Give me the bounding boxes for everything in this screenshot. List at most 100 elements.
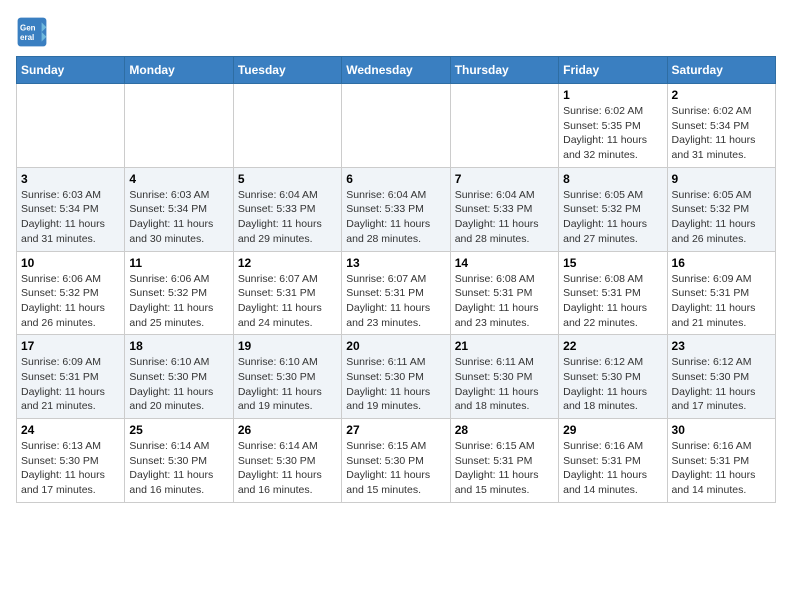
calendar-cell: 18 Sunrise: 6:10 AM Sunset: 5:30 PM Dayli… (125, 335, 233, 419)
calendar-cell: 22 Sunrise: 6:12 AM Sunset: 5:30 PM Dayli… (559, 335, 667, 419)
day-number: 26 (238, 423, 337, 437)
calendar-cell: 10 Sunrise: 6:06 AM Sunset: 5:32 PM Dayli… (17, 251, 125, 335)
calendar-cell (233, 84, 341, 168)
calendar-cell (125, 84, 233, 168)
day-info: Sunrise: 6:13 AM Sunset: 5:30 PM Dayligh… (21, 439, 120, 498)
day-info: Sunrise: 6:15 AM Sunset: 5:30 PM Dayligh… (346, 439, 445, 498)
calendar-cell: 19 Sunrise: 6:10 AM Sunset: 5:30 PM Dayli… (233, 335, 341, 419)
day-info: Sunrise: 6:08 AM Sunset: 5:31 PM Dayligh… (455, 272, 554, 331)
calendar-cell: 15Sunrise: 6:08 AM Sunset: 5:31 PM Dayli… (559, 251, 667, 335)
calendar-cell: 17Sunrise: 6:09 AM Sunset: 5:31 PM Dayli… (17, 335, 125, 419)
calendar-cell: 5Sunrise: 6:04 AM Sunset: 5:33 PM Daylig… (233, 167, 341, 251)
day-info: Sunrise: 6:05 AM Sunset: 5:32 PM Dayligh… (563, 188, 662, 247)
week-row-4: 24 Sunrise: 6:13 AM Sunset: 5:30 PM Dayli… (17, 419, 776, 503)
day-number: 10 (21, 256, 120, 270)
weekday-header-thursday: Thursday (450, 57, 558, 84)
calendar-cell: 21 Sunrise: 6:11 AM Sunset: 5:30 PM Dayli… (450, 335, 558, 419)
svg-text:Gen: Gen (20, 23, 36, 32)
day-info: Sunrise: 6:09 AM Sunset: 5:31 PM Dayligh… (672, 272, 771, 331)
day-number: 20 (346, 339, 445, 353)
weekday-header-saturday: Saturday (667, 57, 775, 84)
day-number: 19 (238, 339, 337, 353)
calendar-cell: 4 Sunrise: 6:03 AM Sunset: 5:34 PM Daylig… (125, 167, 233, 251)
calendar-cell: 12 Sunrise: 6:07 AM Sunset: 5:31 PM Dayli… (233, 251, 341, 335)
day-number: 16 (672, 256, 771, 270)
day-number: 2 (672, 88, 771, 102)
calendar-cell: 1 Sunrise: 6:02 AM Sunset: 5:35 PM Daylig… (559, 84, 667, 168)
day-number: 21 (455, 339, 554, 353)
calendar-cell (450, 84, 558, 168)
weekday-header-sunday: Sunday (17, 57, 125, 84)
calendar-cell: 6 Sunrise: 6:04 AM Sunset: 5:33 PM Daylig… (342, 167, 450, 251)
calendar-cell: 25Sunrise: 6:14 AM Sunset: 5:30 PM Dayli… (125, 419, 233, 503)
calendar-cell: 20 Sunrise: 6:11 AM Sunset: 5:30 PM Dayli… (342, 335, 450, 419)
calendar-cell: 11Sunrise: 6:06 AM Sunset: 5:32 PM Dayli… (125, 251, 233, 335)
day-number: 15 (563, 256, 662, 270)
calendar-cell: 9 Sunrise: 6:05 AM Sunset: 5:32 PM Daylig… (667, 167, 775, 251)
day-number: 12 (238, 256, 337, 270)
day-number: 8 (563, 172, 662, 186)
week-row-1: 3Sunrise: 6:03 AM Sunset: 5:34 PM Daylig… (17, 167, 776, 251)
day-info: Sunrise: 6:10 AM Sunset: 5:30 PM Dayligh… (129, 355, 228, 414)
weekday-header-friday: Friday (559, 57, 667, 84)
day-info: Sunrise: 6:10 AM Sunset: 5:30 PM Dayligh… (238, 355, 337, 414)
calendar-cell: 13 Sunrise: 6:07 AM Sunset: 5:31 PM Dayli… (342, 251, 450, 335)
day-info: Sunrise: 6:04 AM Sunset: 5:33 PM Dayligh… (346, 188, 445, 247)
day-number: 23 (672, 339, 771, 353)
day-info: Sunrise: 6:14 AM Sunset: 5:30 PM Dayligh… (129, 439, 228, 498)
logo-icon: Gen eral (16, 16, 48, 48)
calendar-cell: 16 Sunrise: 6:09 AM Sunset: 5:31 PM Dayli… (667, 251, 775, 335)
week-row-2: 10 Sunrise: 6:06 AM Sunset: 5:32 PM Dayli… (17, 251, 776, 335)
day-info: Sunrise: 6:03 AM Sunset: 5:34 PM Dayligh… (129, 188, 228, 247)
calendar-cell: 7 Sunrise: 6:04 AM Sunset: 5:33 PM Daylig… (450, 167, 558, 251)
day-info: Sunrise: 6:06 AM Sunset: 5:32 PM Dayligh… (129, 272, 228, 331)
day-info: Sunrise: 6:12 AM Sunset: 5:30 PM Dayligh… (672, 355, 771, 414)
day-number: 22 (563, 339, 662, 353)
day-info: Sunrise: 6:07 AM Sunset: 5:31 PM Dayligh… (346, 272, 445, 331)
weekday-header-monday: Monday (125, 57, 233, 84)
weekday-header-row: SundayMondayTuesdayWednesdayThursdayFrid… (17, 57, 776, 84)
day-number: 30 (672, 423, 771, 437)
day-info: Sunrise: 6:16 AM Sunset: 5:31 PM Dayligh… (563, 439, 662, 498)
day-info: Sunrise: 6:07 AM Sunset: 5:31 PM Dayligh… (238, 272, 337, 331)
calendar-cell: 23 Sunrise: 6:12 AM Sunset: 5:30 PM Dayli… (667, 335, 775, 419)
calendar-cell (17, 84, 125, 168)
day-info: Sunrise: 6:11 AM Sunset: 5:30 PM Dayligh… (455, 355, 554, 414)
calendar-cell: 30 Sunrise: 6:16 AM Sunset: 5:31 PM Dayli… (667, 419, 775, 503)
svg-text:eral: eral (20, 33, 34, 42)
logo: Gen eral (16, 16, 52, 48)
day-number: 7 (455, 172, 554, 186)
day-number: 1 (563, 88, 662, 102)
calendar-cell: 28 Sunrise: 6:15 AM Sunset: 5:31 PM Dayli… (450, 419, 558, 503)
day-info: Sunrise: 6:02 AM Sunset: 5:35 PM Dayligh… (563, 104, 662, 163)
week-row-0: 1 Sunrise: 6:02 AM Sunset: 5:35 PM Daylig… (17, 84, 776, 168)
day-info: Sunrise: 6:04 AM Sunset: 5:33 PM Dayligh… (238, 188, 337, 247)
week-row-3: 17Sunrise: 6:09 AM Sunset: 5:31 PM Dayli… (17, 335, 776, 419)
day-number: 6 (346, 172, 445, 186)
day-info: Sunrise: 6:06 AM Sunset: 5:32 PM Dayligh… (21, 272, 120, 331)
calendar-table: SundayMondayTuesdayWednesdayThursdayFrid… (16, 56, 776, 503)
calendar-cell (342, 84, 450, 168)
day-info: Sunrise: 6:05 AM Sunset: 5:32 PM Dayligh… (672, 188, 771, 247)
calendar-cell: 27 Sunrise: 6:15 AM Sunset: 5:30 PM Dayli… (342, 419, 450, 503)
day-info: Sunrise: 6:02 AM Sunset: 5:34 PM Dayligh… (672, 104, 771, 163)
day-number: 18 (129, 339, 228, 353)
day-info: Sunrise: 6:12 AM Sunset: 5:30 PM Dayligh… (563, 355, 662, 414)
day-number: 4 (129, 172, 228, 186)
calendar-cell: 2 Sunrise: 6:02 AM Sunset: 5:34 PM Daylig… (667, 84, 775, 168)
day-info: Sunrise: 6:04 AM Sunset: 5:33 PM Dayligh… (455, 188, 554, 247)
day-number: 14 (455, 256, 554, 270)
calendar-cell: 26 Sunrise: 6:14 AM Sunset: 5:30 PM Dayli… (233, 419, 341, 503)
day-number: 13 (346, 256, 445, 270)
day-info: Sunrise: 6:15 AM Sunset: 5:31 PM Dayligh… (455, 439, 554, 498)
day-info: Sunrise: 6:11 AM Sunset: 5:30 PM Dayligh… (346, 355, 445, 414)
calendar-cell: 8 Sunrise: 6:05 AM Sunset: 5:32 PM Daylig… (559, 167, 667, 251)
page-header: Gen eral (16, 16, 776, 48)
day-info: Sunrise: 6:16 AM Sunset: 5:31 PM Dayligh… (672, 439, 771, 498)
day-number: 27 (346, 423, 445, 437)
day-info: Sunrise: 6:03 AM Sunset: 5:34 PM Dayligh… (21, 188, 120, 247)
day-number: 9 (672, 172, 771, 186)
day-number: 24 (21, 423, 120, 437)
day-number: 28 (455, 423, 554, 437)
day-info: Sunrise: 6:14 AM Sunset: 5:30 PM Dayligh… (238, 439, 337, 498)
